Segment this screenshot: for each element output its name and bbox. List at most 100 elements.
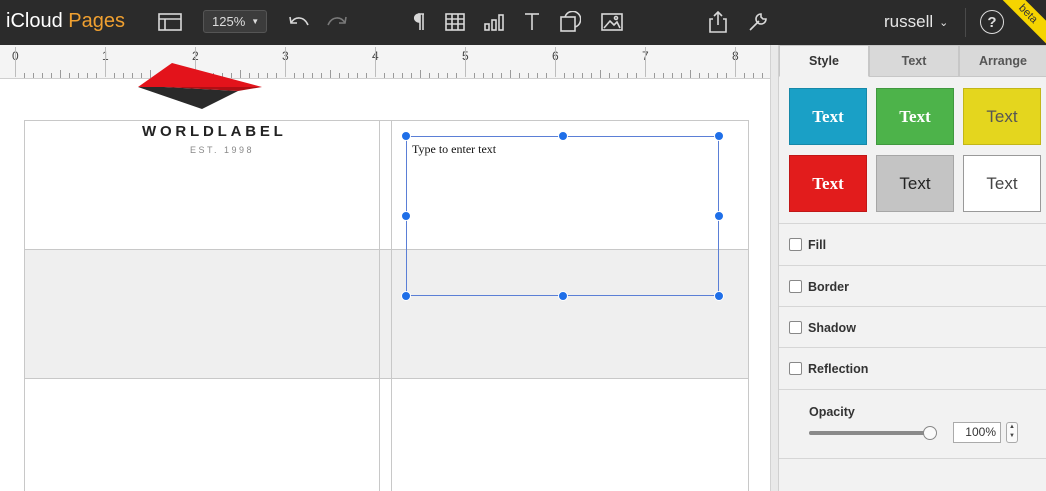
- ruler-tick: [546, 73, 547, 78]
- table-icon[interactable]: [442, 10, 468, 34]
- opacity-stepper[interactable]: ▲ ▼: [1006, 422, 1018, 443]
- ruler-tick: [627, 73, 628, 78]
- logo-established: EST. 1998: [190, 145, 255, 155]
- resize-handle-bottom-right[interactable]: [714, 291, 724, 301]
- logo-wordmark: WORLDLABEL: [142, 123, 287, 140]
- resize-handle-bottom[interactable]: [558, 291, 568, 301]
- ruler-tick: [681, 73, 682, 78]
- beta-ribbon: beta: [1002, 0, 1046, 44]
- style-preset-3[interactable]: Text: [963, 88, 1041, 145]
- help-icon[interactable]: ?: [980, 10, 1004, 34]
- ruler-tick: [609, 73, 610, 78]
- app-brand: iCloud Pages: [6, 10, 125, 33]
- ruler-tick: [519, 73, 520, 78]
- help-glyph: ?: [987, 13, 997, 31]
- ruler-tick: [402, 73, 403, 78]
- opacity-slider-thumb[interactable]: [923, 426, 937, 440]
- reflection-label: Reflection: [808, 361, 869, 376]
- stepper-down-icon[interactable]: ▼: [1009, 433, 1015, 439]
- ruler-tick: [420, 70, 421, 78]
- reflection-checkbox[interactable]: [789, 362, 802, 375]
- text-style-presets: Text Text Text Text Text Text: [789, 88, 1041, 213]
- tab-text[interactable]: Text: [869, 45, 959, 77]
- ruler-tick: [483, 73, 484, 78]
- resize-handle-top-right[interactable]: [714, 131, 724, 141]
- resize-handle-right[interactable]: [714, 211, 724, 221]
- ruler-tick: [663, 73, 664, 78]
- table-cell[interactable]: [391, 378, 749, 491]
- ruler-tick: [537, 73, 538, 78]
- ruler-tick: [717, 73, 718, 78]
- ruler-tick: [456, 73, 457, 78]
- document-canvas[interactable]: 0 1 2 3 4 5 6 7 8 WORLDLABEL EST. 1998 T…: [0, 45, 770, 491]
- shadow-label: Shadow: [808, 320, 856, 335]
- ruler-tick: [636, 73, 637, 78]
- style-preset-4[interactable]: Text: [789, 155, 867, 212]
- border-label: Border: [808, 279, 849, 294]
- ruler-tick: [411, 73, 412, 78]
- media-icon[interactable]: [599, 10, 625, 34]
- tab-arrange[interactable]: Arrange: [959, 45, 1046, 77]
- ruler-tick: [492, 73, 493, 78]
- wrench-icon[interactable]: [745, 10, 771, 34]
- opacity-input[interactable]: 100%: [953, 422, 1001, 443]
- border-checkbox[interactable]: [789, 280, 802, 293]
- worldlabel-logo: WORLDLABEL EST. 1998: [24, 45, 379, 173]
- table-cell[interactable]: [24, 378, 380, 491]
- ruler-tick: [618, 73, 619, 78]
- beta-label: beta: [1002, 0, 1046, 44]
- shadow-option[interactable]: Shadow: [779, 306, 1046, 348]
- ruler-tick: [744, 73, 745, 78]
- chevron-down-icon: ▼: [251, 17, 260, 26]
- top-toolbar: iCloud Pages 125% ▼ russell ⌄ ? beta: [0, 0, 1046, 45]
- ruler-tick: [429, 73, 430, 78]
- resize-handle-left[interactable]: [401, 211, 411, 221]
- ruler-tick: [690, 70, 691, 78]
- panel-tabs: Style Text Arrange: [779, 45, 1046, 77]
- ruler-tick: [726, 73, 727, 78]
- style-preset-2[interactable]: Text: [876, 88, 954, 145]
- zoom-dropdown[interactable]: 125% ▼: [203, 10, 267, 33]
- toolbar-separator: [965, 8, 966, 37]
- style-preset-6[interactable]: Text: [963, 155, 1041, 212]
- undo-icon[interactable]: [286, 10, 312, 34]
- brand-icloud: iCloud: [6, 10, 63, 32]
- ruler-tick: [510, 70, 511, 78]
- share-icon[interactable]: [705, 10, 731, 34]
- stepper-up-icon[interactable]: ▲: [1009, 424, 1015, 430]
- table-cell[interactable]: [24, 249, 380, 379]
- user-menu[interactable]: russell ⌄: [884, 12, 948, 32]
- ruler-major-tick: [735, 47, 736, 77]
- brand-pages: Pages: [68, 10, 125, 32]
- ruler-tick: [699, 73, 700, 78]
- zoom-value: 125%: [212, 14, 246, 29]
- redo-icon[interactable]: [324, 10, 350, 34]
- fill-checkbox[interactable]: [789, 238, 802, 251]
- opacity-section: Opacity 100% ▲ ▼: [779, 389, 1046, 459]
- chart-icon[interactable]: [481, 10, 507, 34]
- selected-text-box[interactable]: Type to enter text: [406, 136, 719, 296]
- fill-option[interactable]: Fill: [779, 223, 1046, 265]
- reflection-option[interactable]: Reflection: [779, 347, 1046, 389]
- paragraph-icon[interactable]: [405, 10, 431, 34]
- shadow-checkbox[interactable]: [789, 321, 802, 334]
- resize-handle-bottom-left[interactable]: [401, 291, 411, 301]
- ruler-tick: [573, 73, 574, 78]
- shape-icon[interactable]: [557, 10, 583, 34]
- tab-style[interactable]: Style: [779, 45, 869, 77]
- resize-handle-top-left[interactable]: [401, 131, 411, 141]
- style-preset-1[interactable]: Text: [789, 88, 867, 145]
- text-icon[interactable]: [519, 10, 545, 34]
- format-panel: Style Text Arrange Text Text Text Text Text T…: [778, 45, 1046, 491]
- border-option[interactable]: Border: [779, 265, 1046, 307]
- resize-handle-top[interactable]: [558, 131, 568, 141]
- textbox-placeholder[interactable]: Type to enter text: [412, 142, 496, 157]
- ruler-tick: [582, 73, 583, 78]
- vertical-scrollbar[interactable]: [770, 45, 778, 491]
- ruler-major-tick: [15, 47, 16, 77]
- opacity-slider-fill: [809, 431, 931, 435]
- sidebar-view-icon[interactable]: [157, 10, 183, 34]
- style-preset-5[interactable]: Text: [876, 155, 954, 212]
- opacity-label: Opacity: [809, 405, 855, 419]
- opacity-slider[interactable]: [809, 431, 931, 435]
